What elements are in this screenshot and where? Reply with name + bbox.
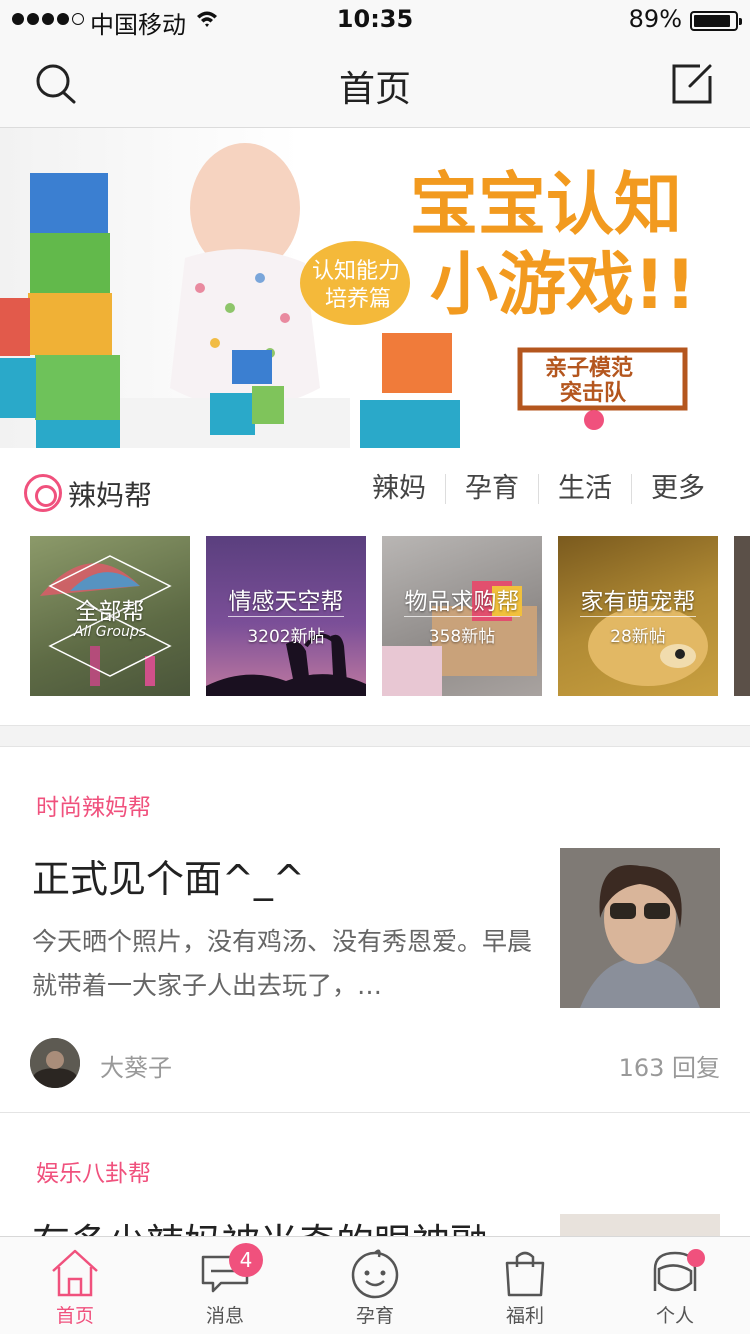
tab-more[interactable]: 更多 <box>631 474 724 504</box>
group-category-tabs: 辣妈 孕育 生活 更多 <box>353 474 724 504</box>
tab-shenghuo[interactable]: 生活 <box>538 474 631 504</box>
page-title: 首页 <box>338 69 411 110</box>
group-card-subtitle: All Groups <box>73 624 147 640</box>
section-divider <box>0 725 750 747</box>
tab-label: 首页 <box>55 1305 94 1327</box>
home-icon <box>52 1249 98 1297</box>
status-bar: 中国移动 10:35 89% <box>0 0 750 40</box>
tab-label: 福利 <box>505 1305 544 1327</box>
banner-image: 认知能力 培养篇 宝宝认知 小游戏!! 亲子模范 突击队 <box>0 143 696 448</box>
group-card-partial[interactable] <box>734 536 750 696</box>
group-card-count: 358新帖 <box>428 627 496 647</box>
tab-lama[interactable]: 辣妈 <box>353 474 445 504</box>
tab-profile[interactable]: 个人 <box>600 1237 750 1334</box>
bottom-tab-bar: 首页 4 消息 孕育 福利 个人 <box>0 1236 750 1334</box>
promo-banner[interactable]: 认知能力 培养篇 宝宝认知 小游戏!! 亲子模范 突击队 <box>0 128 750 448</box>
post-thumbnail[interactable] <box>560 848 720 1008</box>
group-section-title: 辣妈帮 <box>68 479 153 512</box>
svg-text:宝宝认知: 宝宝认知 <box>410 166 682 245</box>
svg-text:亲子模范: 亲子模范 <box>545 356 633 381</box>
shopping-bag-icon <box>505 1251 545 1297</box>
group-card-title: 情感天空帮 <box>228 589 344 615</box>
group-card-pets[interactable]: 家有萌宠帮 28新帖 <box>558 536 718 696</box>
group-card-all[interactable]: 全部帮 All Groups <box>30 536 190 696</box>
svg-text:突击队: 突击队 <box>560 380 627 406</box>
group-card-goods[interactable]: 物品求购帮 358新帖 <box>382 536 542 696</box>
tab-home[interactable]: 首页 <box>0 1237 150 1334</box>
tab-pregnancy[interactable]: 孕育 <box>300 1237 450 1334</box>
svg-text:培养篇: 培养篇 <box>325 287 391 312</box>
tab-yunyu[interactable]: 孕育 <box>445 474 538 504</box>
post-group-tag[interactable]: 娱乐八卦帮 <box>36 1154 151 1188</box>
group-card-divider <box>404 616 520 617</box>
tab-welfare[interactable]: 福利 <box>450 1237 600 1334</box>
battery-percentage: 89% <box>628 5 682 33</box>
post-separator <box>0 1112 750 1113</box>
group-cards-carousel: 全部帮 All Groups 情感天空帮 3202新帖 物品求购帮 358新帖 … <box>0 536 750 696</box>
tab-messages[interactable]: 4 消息 <box>150 1237 300 1334</box>
svg-text:小游戏!!: 小游戏!! <box>430 246 696 325</box>
author-avatar-image <box>30 1038 80 1088</box>
group-card-title: 物品求购帮 <box>404 589 520 615</box>
selfie-photo <box>560 848 720 1008</box>
avatar[interactable] <box>30 1038 80 1088</box>
group-card-count: 3202新帖 <box>247 627 325 647</box>
tab-label: 孕育 <box>355 1305 394 1327</box>
post-title[interactable]: 正式见个面^_^ <box>32 848 305 903</box>
group-card-title: 全部帮 <box>75 599 145 625</box>
battery-icon <box>690 11 742 31</box>
post-reply-count: 163 回复 <box>618 1054 720 1082</box>
group-card-emotion[interactable]: 情感天空帮 3202新帖 <box>206 536 366 696</box>
notification-dot <box>687 1249 705 1267</box>
post-author[interactable]: 大葵子 <box>100 1048 172 1083</box>
group-card-count: 28新帖 <box>610 627 666 647</box>
group-card-divider <box>228 616 344 617</box>
compose-icon[interactable] <box>670 62 714 106</box>
navigation-bar: 首页 <box>0 40 750 128</box>
baby-face-icon <box>351 1249 399 1299</box>
svg-text:认知能力: 认知能力 <box>312 259 400 284</box>
group-card-divider <box>580 616 696 617</box>
post-group-tag[interactable]: 时尚辣妈帮 <box>36 788 151 822</box>
group-card-title: 家有萌宠帮 <box>580 589 696 615</box>
tab-label: 个人 <box>655 1305 694 1327</box>
post-snippet[interactable]: 今天晒个照片，没有鸡汤、没有秀恩爱。早晨就带着一大家子人出去玩了，… <box>32 920 532 1008</box>
tab-label: 消息 <box>205 1305 244 1327</box>
banner-page-indicator[interactable] <box>584 410 604 430</box>
unread-badge: 4 <box>229 1243 263 1277</box>
group-logo-icon <box>24 474 62 512</box>
post-thumbnail[interactable] <box>560 1214 720 1236</box>
